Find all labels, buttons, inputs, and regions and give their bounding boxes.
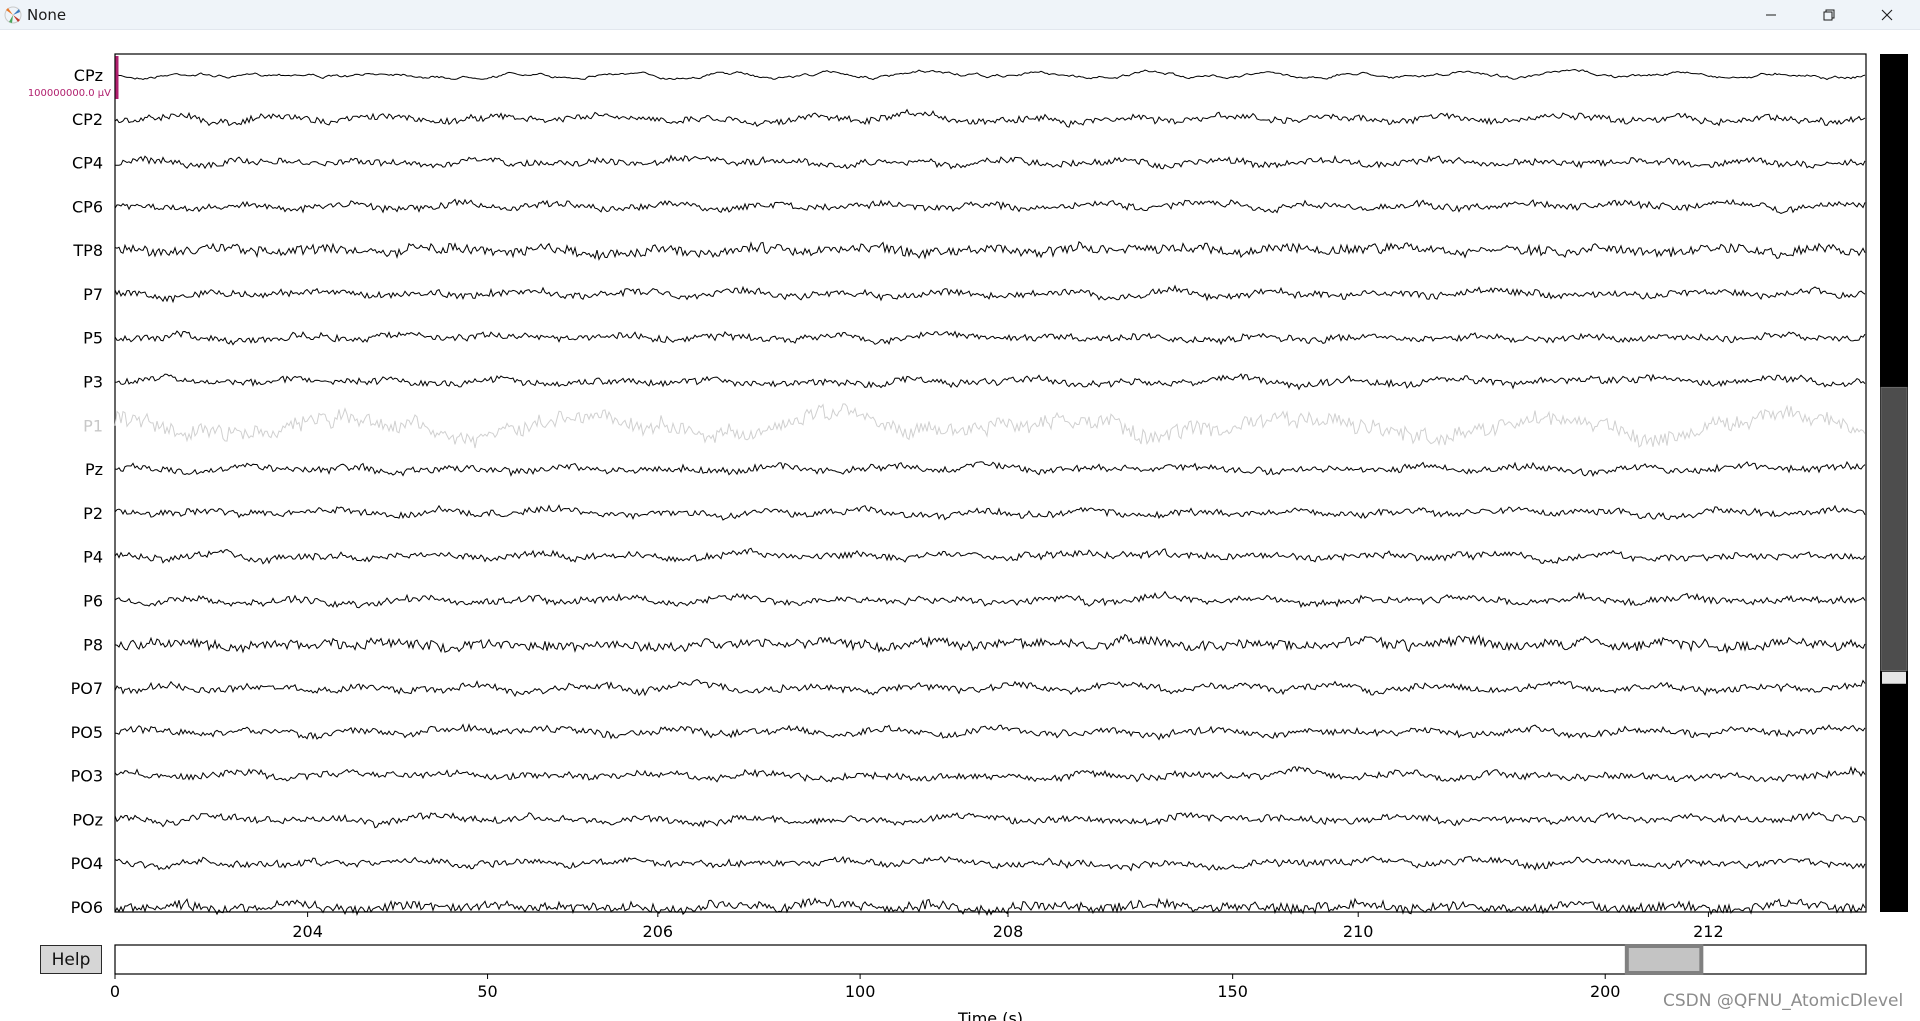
time-tick-label: 208 bbox=[993, 922, 1024, 941]
channel-label[interactable]: P5 bbox=[83, 329, 103, 348]
channel-label[interactable]: TP8 bbox=[72, 241, 103, 260]
overview-tick-label: 100 bbox=[845, 982, 876, 1001]
channel-label[interactable]: PO7 bbox=[71, 679, 103, 698]
channel-label[interactable]: P3 bbox=[83, 373, 103, 392]
scale-bar-label: 100000000.0 µV bbox=[28, 88, 111, 99]
help-button[interactable]: Help bbox=[40, 945, 102, 974]
channel-label[interactable]: PO3 bbox=[71, 767, 103, 786]
time-tick-label: 212 bbox=[1693, 922, 1724, 941]
channel-label[interactable]: P1 bbox=[83, 416, 103, 435]
channel-scrollbar-marker bbox=[1882, 671, 1906, 684]
main-axes-frame bbox=[114, 53, 1867, 913]
time-tick-label: 206 bbox=[643, 922, 674, 941]
minimize-button[interactable] bbox=[1742, 0, 1800, 29]
channel-label[interactable]: P7 bbox=[83, 285, 103, 304]
watermark-text: CSDN @QFNU_AtomicDlevel bbox=[1663, 991, 1904, 1011]
restore-icon bbox=[1823, 9, 1835, 20]
app-icon bbox=[4, 6, 22, 24]
channel-label[interactable]: P8 bbox=[83, 635, 103, 654]
channel-label[interactable]: CP4 bbox=[72, 154, 103, 173]
overview-tick-label: 150 bbox=[1217, 982, 1248, 1001]
channel-label[interactable]: POz bbox=[72, 810, 103, 829]
channel-label[interactable]: P6 bbox=[83, 591, 103, 610]
overview-axes-frame[interactable] bbox=[114, 944, 1867, 975]
channel-label[interactable]: Pz bbox=[85, 460, 103, 479]
channel-label[interactable]: P4 bbox=[83, 548, 103, 567]
window-title: None bbox=[27, 6, 67, 24]
close-button[interactable] bbox=[1858, 0, 1916, 29]
window-titlebar: None bbox=[0, 0, 1920, 30]
channel-label[interactable]: PO4 bbox=[71, 854, 103, 873]
channel-label[interactable]: CPz bbox=[74, 66, 103, 85]
channel-label[interactable]: CP6 bbox=[72, 197, 103, 216]
minimize-icon bbox=[1766, 14, 1776, 15]
close-icon bbox=[1881, 9, 1893, 20]
overview-tick-label: 0 bbox=[110, 982, 120, 1001]
channel-label[interactable]: CP2 bbox=[72, 110, 103, 129]
restore-button[interactable] bbox=[1800, 0, 1858, 29]
overview-xlabel: Time (s) bbox=[957, 1009, 1023, 1021]
channel-label[interactable]: P2 bbox=[83, 504, 103, 523]
overview-window-selector[interactable] bbox=[1624, 944, 1704, 975]
time-tick-label: 210 bbox=[1343, 922, 1374, 941]
channel-scrollbar-thumb[interactable] bbox=[1880, 386, 1908, 672]
overview-tick-label: 200 bbox=[1590, 982, 1621, 1001]
channel-label[interactable]: PO6 bbox=[71, 898, 103, 917]
channel-label[interactable]: PO5 bbox=[71, 723, 103, 742]
time-tick-label: 204 bbox=[292, 922, 323, 941]
overview-tick-label: 50 bbox=[477, 982, 497, 1001]
eeg-browser-figure: CPz CP2 CP4 CP6 TP8 P7 P5 P3 P1 Pz P2 P4 P6 P8 PO7 PO5 P… bbox=[28, 53, 1908, 1021]
